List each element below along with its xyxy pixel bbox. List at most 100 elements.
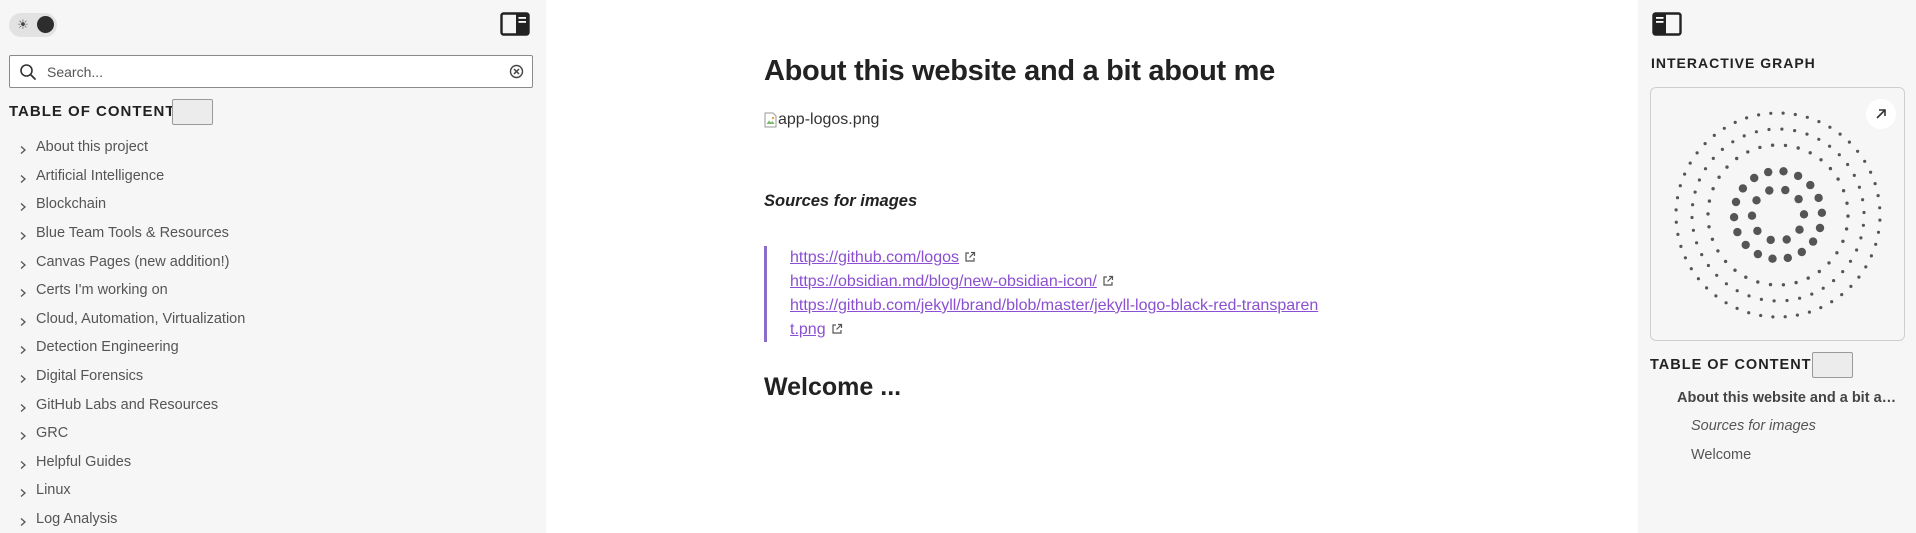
graph-node[interactable] [1689,267,1693,271]
sidebar-item-grc[interactable]: GRC [18,419,245,448]
graph-node[interactable] [1703,167,1708,171]
graph-node[interactable] [1683,256,1687,260]
graph-node[interactable] [1772,299,1776,303]
graph-node[interactable] [1846,214,1850,218]
graph-node[interactable] [1805,132,1809,136]
graph-node[interactable] [1835,251,1839,255]
sidebar-toggle-icon[interactable] [500,12,530,36]
graph-node[interactable] [1703,142,1707,146]
graph-node[interactable] [1810,292,1814,296]
interactive-graph[interactable] [1650,87,1905,341]
toc-item-page-title[interactable]: About this website and a bit about me [1677,390,1904,406]
graph-node[interactable] [1808,237,1818,246]
graph-node[interactable] [1759,297,1763,301]
graph-node[interactable] [1695,241,1699,245]
graph-node[interactable] [1841,270,1845,274]
graph-node[interactable] [1690,215,1694,220]
graph-node[interactable] [1735,289,1739,293]
graph-node[interactable] [1769,111,1773,115]
graph-node[interactable] [1716,249,1720,253]
graph-node[interactable] [1819,158,1823,162]
graph-node[interactable] [1817,269,1821,274]
graph-node[interactable] [1793,129,1797,133]
graph-node[interactable] [1768,254,1777,263]
graph-canvas[interactable] [1651,88,1905,341]
toc-collapse-button[interactable] [1812,352,1853,378]
graph-node[interactable] [1828,166,1833,171]
graph-node[interactable] [1688,161,1692,165]
graph-node[interactable] [1859,236,1863,240]
graph-node[interactable] [1771,315,1775,319]
graph-node[interactable] [1733,120,1737,124]
graph-node[interactable] [1793,171,1803,181]
sidebar-item-linux[interactable]: Linux [18,476,245,505]
graph-node[interactable] [1781,111,1785,115]
graph-node[interactable] [1735,156,1739,161]
graph-node[interactable] [1817,137,1821,141]
graph-node[interactable] [1696,277,1700,281]
theme-toggle[interactable]: ☀ [9,13,57,37]
graph-node[interactable] [1756,280,1760,284]
graph-node[interactable] [1795,225,1804,234]
toc-item-sources[interactable]: Sources for images [1691,418,1816,434]
graph-node[interactable] [1806,180,1815,190]
graph-node[interactable] [1846,162,1850,167]
graph-node[interactable] [1731,197,1741,207]
graph-node[interactable] [1707,199,1712,203]
graph-node[interactable] [1844,227,1849,231]
graph-node[interactable] [1753,226,1762,236]
graph-node[interactable] [1855,248,1859,252]
graph-node[interactable] [1735,306,1739,310]
graph-node[interactable] [1832,279,1836,283]
sidebar-item-blockchain[interactable]: Blockchain [18,190,245,219]
graph-node[interactable] [1830,300,1834,304]
graph-node[interactable] [1863,159,1867,163]
expand-graph-button[interactable] [1866,99,1896,129]
graph-node[interactable] [1781,283,1786,287]
graph-node[interactable] [1750,173,1759,183]
graph-node[interactable] [1766,235,1775,245]
graph-node[interactable] [1753,249,1763,259]
graph-node[interactable] [1729,213,1739,222]
graph-node[interactable] [1806,276,1810,280]
graph-node[interactable] [1878,218,1882,222]
graph-node[interactable] [1725,165,1729,169]
graph-node[interactable] [1679,244,1683,248]
graph-node[interactable] [1674,220,1678,224]
graph-node[interactable] [1836,177,1840,181]
graph-node[interactable] [1785,298,1789,303]
graph-node[interactable] [1799,210,1809,219]
sidebar-item-helpful-guides[interactable]: Helpful Guides [18,448,245,477]
graph-node[interactable] [1747,311,1751,315]
graph-node[interactable] [1876,230,1881,234]
graph-node[interactable] [1817,120,1821,124]
graph-node[interactable] [1794,194,1803,204]
graph-node[interactable] [1779,167,1788,176]
graph-node[interactable] [1707,225,1711,229]
sidebar-item-certs[interactable]: Certs I'm working on [18,276,245,305]
graph-node[interactable] [1856,149,1860,153]
sidebar-item-cloud-automation[interactable]: Cloud, Automation, Virtualization [18,305,245,334]
graph-node[interactable] [1757,113,1761,117]
graph-node[interactable] [1747,211,1757,220]
toc-collapse-button[interactable] [172,99,213,125]
graph-node[interactable] [1675,196,1680,200]
graph-node[interactable] [1746,150,1750,154]
graph-node[interactable] [1752,196,1761,205]
graph-node[interactable] [1742,134,1746,138]
sidebar-item-blue-team-tools[interactable]: Blue Team Tools & Resources [18,219,245,248]
graph-node[interactable] [1674,208,1678,212]
graph-node[interactable] [1798,296,1802,300]
graph-node[interactable] [1781,185,1790,195]
sidebar-toggle-icon[interactable] [1652,12,1682,36]
graph-node[interactable] [1744,275,1748,279]
graph-node[interactable] [1714,294,1718,298]
graph-node[interactable] [1767,127,1771,132]
graph-node[interactable] [1693,190,1697,194]
graph-node[interactable] [1796,146,1800,150]
graph-node[interactable] [1700,253,1704,257]
graph-node[interactable] [1745,116,1749,120]
graph-node[interactable] [1857,275,1861,279]
clear-search-icon[interactable] [509,64,524,79]
graph-node[interactable] [1807,310,1811,314]
